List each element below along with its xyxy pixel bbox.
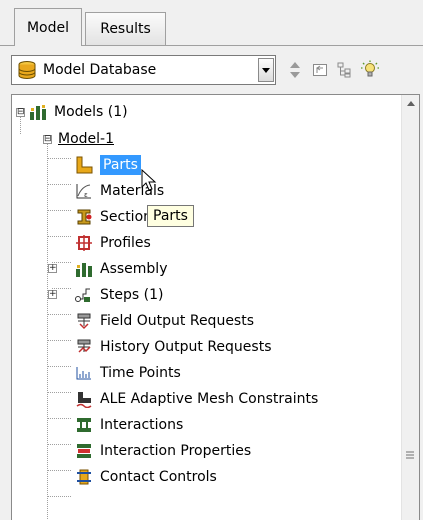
lightbulb-icon[interactable] <box>359 59 381 81</box>
history-output-icon <box>74 337 94 357</box>
expand-tree-icon[interactable] <box>309 59 331 81</box>
database-icon <box>18 61 36 79</box>
tab-model[interactable]: Model <box>14 8 82 46</box>
dropdown-arrow-icon[interactable] <box>258 58 274 82</box>
sections-icon <box>74 207 94 227</box>
models-icon <box>28 102 48 122</box>
tree-item-contact-controls[interactable]: Contact Controls <box>74 467 217 487</box>
tree-label-interactions: Interactions <box>100 417 184 433</box>
database-select-value: Model Database <box>43 62 157 78</box>
interactions-icon <box>74 415 94 435</box>
tab-bar: Model Results <box>0 0 423 46</box>
tree-item-field-output-requests[interactable]: Field Output Requests <box>74 311 254 331</box>
tree-item-time-points[interactable]: Time Points <box>74 363 181 383</box>
tree-item-models[interactable]: Models (1) <box>28 102 128 122</box>
tree-label-field-output-requests: Field Output Requests <box>100 313 255 329</box>
parts-tooltip: Parts <box>147 205 194 227</box>
interaction-properties-icon <box>74 441 94 461</box>
tree-label-profiles: Profiles <box>100 235 151 251</box>
tree-item-ale-adaptive-mesh-constraints[interactable]: ALE Adaptive Mesh Constraints <box>74 389 318 409</box>
tree-label-models: Models (1) <box>54 104 128 120</box>
tree-item-history-output-requests[interactable]: History Output Requests <box>74 337 272 357</box>
model-tree[interactable]: ⊟ Models (1) ⊟ Model-1 Parts ε Materials <box>11 94 420 520</box>
tree-label-interaction-properties: Interaction Properties <box>100 443 252 459</box>
tab-results-label: Results <box>100 21 151 37</box>
tree-expander-steps[interactable]: + <box>48 290 57 299</box>
tree-label-steps: Steps (1) <box>100 287 164 303</box>
tree-label-history-output-requests: History Output Requests <box>100 339 272 355</box>
tree-scrollbar[interactable] <box>401 95 419 520</box>
model-tree-toolbar: Model Database <box>0 46 423 94</box>
tree-label-contact-controls: Contact Controls <box>100 469 217 485</box>
mouse-cursor-icon <box>141 169 157 191</box>
tree-expander-assembly[interactable]: + <box>48 264 57 273</box>
contact-controls-icon <box>74 467 94 487</box>
tab-results[interactable]: Results <box>85 12 166 45</box>
tree-item-interactions[interactable]: Interactions <box>74 415 183 435</box>
field-output-icon <box>74 311 94 331</box>
svg-text:ε: ε <box>84 191 88 199</box>
profiles-icon <box>74 233 94 253</box>
materials-icon: ε <box>74 181 94 201</box>
collapse-tree-icon[interactable] <box>334 59 356 81</box>
updown-arrows-icon[interactable] <box>284 59 306 81</box>
tree-item-steps[interactable]: Steps (1) <box>74 285 163 305</box>
ale-mesh-icon <box>74 389 94 409</box>
scroll-grip-icon[interactable] <box>406 451 414 459</box>
tree-label-time-points: Time Points <box>100 365 181 381</box>
time-points-icon <box>74 363 94 383</box>
assembly-icon <box>74 259 94 279</box>
tree-expander-models[interactable]: ⊟ <box>16 108 25 117</box>
tree-label-ale-adaptive-mesh-constraints: ALE Adaptive Mesh Constraints <box>100 391 319 407</box>
steps-icon <box>74 285 94 305</box>
scroll-up-arrow-icon[interactable] <box>402 95 419 112</box>
tree-item-profiles[interactable]: Profiles <box>74 233 151 253</box>
tree-item-model-1[interactable]: Model-1 <box>58 129 114 149</box>
tree-item-parts[interactable]: Parts <box>74 155 141 175</box>
tree-label-parts: Parts <box>100 155 141 175</box>
tab-model-label: Model <box>26 19 70 36</box>
database-select[interactable]: Model Database <box>11 55 276 85</box>
tree-item-assembly[interactable]: Assembly <box>74 259 167 279</box>
tree-item-interaction-properties[interactable]: Interaction Properties <box>74 441 251 461</box>
tree-expander-model-1[interactable]: ⊟ <box>43 135 52 144</box>
tree-label-model-1: Model-1 <box>58 131 114 147</box>
tree-label-assembly: Assembly <box>100 261 168 277</box>
parts-icon <box>74 155 94 175</box>
